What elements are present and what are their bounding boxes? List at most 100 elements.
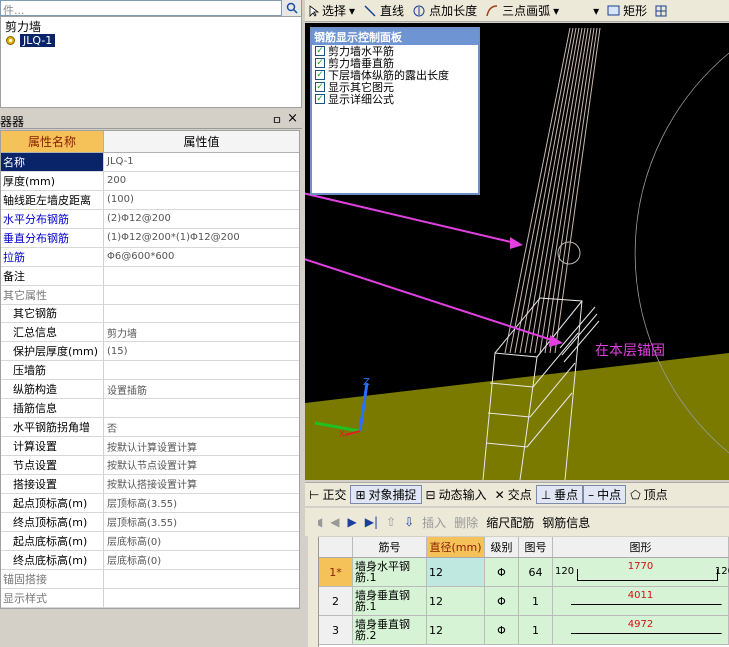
- checkbox-icon[interactable]: ✓: [315, 82, 325, 92]
- property-value[interactable]: 按默认计算设置计算: [104, 437, 299, 455]
- rebar-cell-fig[interactable]: 1: [519, 587, 553, 615]
- property-row[interactable]: 终点顶标高(m) 层顶标高(3.55): [1, 512, 299, 532]
- search-box[interactable]: 件...: [0, 0, 302, 17]
- insert-button[interactable]: 插入: [418, 514, 450, 531]
- property-value[interactable]: (15): [104, 342, 299, 360]
- property-row[interactable]: 保护层厚度(mm) (15): [1, 342, 299, 362]
- property-value[interactable]: [104, 286, 299, 304]
- property-value[interactable]: 否: [104, 418, 299, 436]
- rebar-cell-name[interactable]: 墙身垂直钢筋.2: [353, 616, 427, 644]
- rebar-cell-dia[interactable]: 12: [427, 616, 485, 644]
- move-down-button[interactable]: ⇩: [400, 515, 418, 529]
- property-row[interactable]: 锚固搭接: [1, 569, 299, 589]
- property-row[interactable]: 垂直分布钢筋 (1)Φ12@200*(1)Φ12@200: [1, 228, 299, 248]
- property-value[interactable]: JLQ-1: [104, 153, 299, 171]
- prev-button[interactable]: ◀: [326, 515, 343, 529]
- property-value[interactable]: (100): [104, 191, 299, 209]
- intersection-button[interactable]: ✕ 交点: [491, 486, 536, 503]
- property-row[interactable]: 水平钢筋拐角增否: [1, 418, 299, 438]
- property-row[interactable]: 搭接设置 按默认搭接设置计算: [1, 474, 299, 494]
- rebar-row[interactable]: 3 墙身垂直钢筋.2 12 Φ 1 4972: [319, 616, 729, 645]
- property-value[interactable]: 层顶标高(3.55): [104, 513, 299, 531]
- property-value[interactable]: 层底标高(0): [104, 532, 299, 550]
- property-value[interactable]: Φ6@600*600: [104, 248, 299, 266]
- checkbox-icon[interactable]: ✓: [315, 70, 325, 80]
- rebar-cell-fig[interactable]: 64: [519, 558, 553, 586]
- rebar-info-button[interactable]: 钢筋信息: [538, 514, 594, 531]
- rebar-cell-grade[interactable]: Φ: [485, 616, 519, 644]
- property-value[interactable]: [104, 570, 299, 588]
- property-row[interactable]: 起点底标高(m) 层底标高(0): [1, 531, 299, 551]
- select-tool[interactable]: 选择 ▾: [305, 2, 359, 19]
- checkbox-icon[interactable]: ✓: [315, 46, 325, 56]
- rebar-cell-fig[interactable]: 1: [519, 616, 553, 644]
- property-value[interactable]: 设置插筋: [104, 380, 299, 398]
- property-value[interactable]: 层底标高(0): [104, 551, 299, 569]
- property-value[interactable]: (1)Φ12@200*(1)Φ12@200: [104, 229, 299, 247]
- vertex-button[interactable]: ⬠ 顶点: [626, 486, 671, 503]
- property-value[interactable]: 按默认搭接设置计算: [104, 475, 299, 493]
- property-row[interactable]: 计算设置 按默认计算设置计算: [1, 437, 299, 456]
- property-row[interactable]: 压墙筋: [1, 361, 299, 381]
- property-row[interactable]: 显示样式: [1, 588, 299, 608]
- dynamic-input-button[interactable]: ⊟ 动态输入: [422, 486, 491, 503]
- shape-dropdown[interactable]: ▾: [563, 4, 603, 18]
- property-value[interactable]: [104, 589, 299, 607]
- tree-item[interactable]: JLQ-1: [5, 34, 56, 47]
- snap-button[interactable]: ⊞ 对象捕捉: [350, 485, 422, 504]
- point-length-tool[interactable]: 点加长度: [408, 2, 481, 19]
- property-row[interactable]: 起点顶标高(m) 层顶标高(3.55): [1, 493, 299, 513]
- property-value[interactable]: (2)Φ12@200: [104, 210, 299, 228]
- property-value[interactable]: 层顶标高(3.55): [104, 494, 299, 512]
- property-row[interactable]: 节点设置 按默认节点设置计算: [1, 456, 299, 475]
- last-button[interactable]: ▶|: [361, 515, 382, 529]
- property-row[interactable]: 厚度(mm) 200: [1, 171, 299, 191]
- property-value[interactable]: [104, 305, 299, 323]
- rebar-cell-grade[interactable]: Φ: [485, 558, 519, 586]
- property-row[interactable]: 纵筋构造 设置插筋: [1, 380, 299, 400]
- property-row[interactable]: 终点底标高(m) 层底标高(0): [1, 550, 299, 570]
- property-row[interactable]: 插筋信息: [1, 399, 299, 419]
- property-row[interactable]: 轴线距左墙皮距离 (100): [1, 190, 299, 210]
- rebar-cell-name[interactable]: 墙身水平钢筋.1: [353, 558, 427, 586]
- property-row[interactable]: 拉筋 Φ6@600*600: [1, 247, 299, 267]
- property-value[interactable]: [104, 399, 299, 417]
- rebar-row[interactable]: 1*墙身水平钢筋.112Φ641201201770: [319, 558, 729, 587]
- grid-tool[interactable]: [651, 5, 671, 17]
- rebar-row[interactable]: 2 墙身垂直钢筋.1 12 Φ 1 4011: [319, 587, 729, 616]
- property-row[interactable]: 其它属性: [1, 285, 299, 305]
- perpendicular-button[interactable]: ⊥ 垂点: [535, 485, 584, 504]
- rebar-cell-no[interactable]: 3: [319, 616, 353, 644]
- midpoint-button[interactable]: – 中点: [583, 485, 627, 504]
- property-value[interactable]: 按默认节点设置计算: [104, 456, 299, 474]
- move-up-button[interactable]: ⇧: [382, 515, 400, 529]
- pin-icon[interactable]: ㅁ: [272, 112, 282, 128]
- property-value[interactable]: [104, 361, 299, 379]
- rebar-cell-dia[interactable]: 12: [427, 558, 485, 586]
- property-value[interactable]: [104, 267, 299, 285]
- search-button[interactable]: [281, 0, 301, 16]
- tree-root[interactable]: 剪力墙: [5, 18, 41, 35]
- property-value[interactable]: 200: [104, 172, 299, 190]
- rect-tool[interactable]: 矩形: [603, 2, 651, 19]
- next-button[interactable]: ▶: [344, 515, 361, 529]
- rebar-cell-grade[interactable]: Φ: [485, 587, 519, 615]
- property-row[interactable]: 汇总信息 剪力墙: [1, 323, 299, 343]
- close-icon[interactable]: ×: [287, 111, 298, 126]
- ortho-button[interactable]: ⊢ 正交: [305, 486, 350, 503]
- rebar-cell-dia[interactable]: 12: [427, 587, 485, 615]
- property-row[interactable]: 名称 JLQ-1: [1, 153, 299, 172]
- control-option[interactable]: ✓ 显示详细公式: [312, 93, 478, 106]
- delete-button[interactable]: 删除: [450, 514, 482, 531]
- property-value[interactable]: 剪力墙: [104, 323, 299, 341]
- checkbox-icon[interactable]: ✓: [315, 94, 325, 104]
- property-row[interactable]: 其它钢筋: [1, 304, 299, 324]
- property-row[interactable]: 备注: [1, 266, 299, 286]
- line-tool[interactable]: 直线: [359, 2, 408, 19]
- rebar-cell-name[interactable]: 墙身垂直钢筋.1: [353, 587, 427, 615]
- rebar-cell-no[interactable]: 2: [319, 587, 353, 615]
- checkbox-icon[interactable]: ✓: [315, 58, 325, 68]
- arc-tool[interactable]: 三点画弧 ▾: [481, 2, 563, 19]
- scale-rebar-button[interactable]: 缩尺配筋: [482, 514, 538, 531]
- rebar-cell-no[interactable]: 1*: [319, 558, 353, 586]
